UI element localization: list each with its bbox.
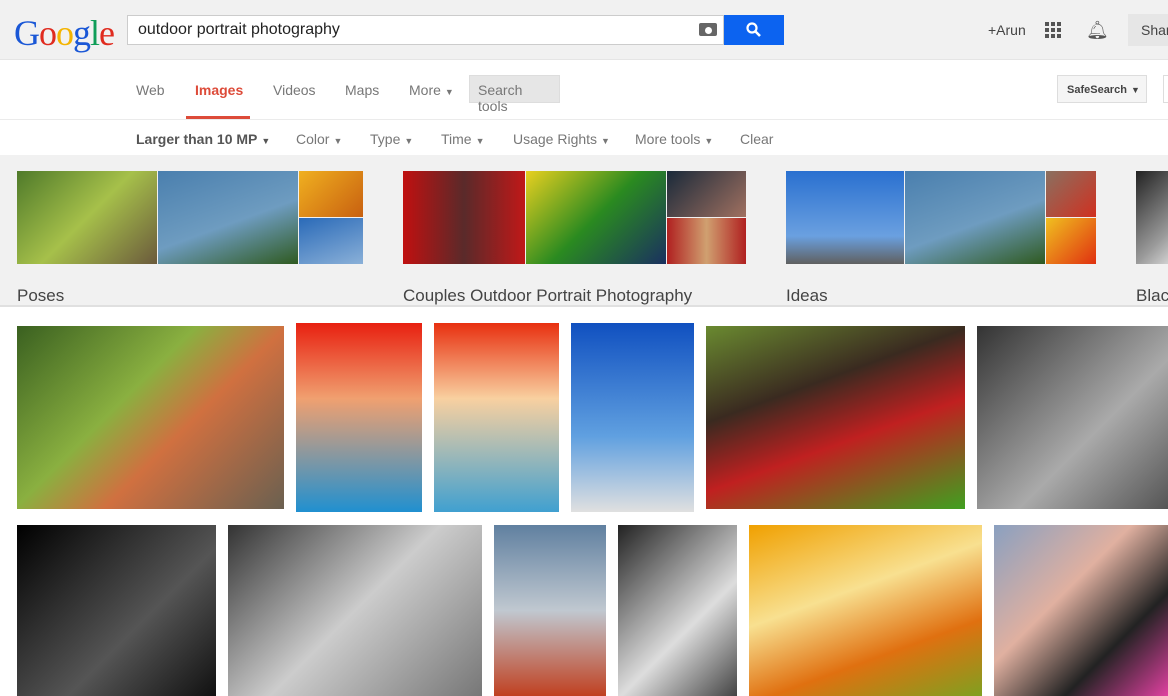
thumbnail xyxy=(667,218,746,264)
search-icon xyxy=(746,22,761,37)
safesearch-button[interactable]: SafeSearch ▼ xyxy=(1057,75,1147,103)
related-label: Ideas xyxy=(786,286,828,305)
tab-images[interactable]: Images xyxy=(195,82,243,98)
related-label: Black xyxy=(1136,286,1168,305)
thumbnail xyxy=(786,171,904,264)
tool-label: Time xyxy=(441,131,472,147)
tool-time[interactable]: Time ▼ xyxy=(441,131,485,147)
image-result[interactable] xyxy=(571,323,694,512)
tool-clear[interactable]: Clear xyxy=(740,131,773,147)
tool-color[interactable]: Color ▼ xyxy=(296,131,342,147)
thumbnail xyxy=(1046,218,1096,264)
caret-down-icon: ▼ xyxy=(333,136,343,146)
thumbnail xyxy=(158,171,298,264)
image-result[interactable] xyxy=(706,326,965,509)
user-link[interactable]: +Arun xyxy=(988,22,1026,38)
thumbnail xyxy=(526,171,666,264)
tool-label: Larger than 10 MP xyxy=(136,131,258,147)
image-result[interactable] xyxy=(994,525,1168,696)
tool-usage-rights[interactable]: Usage Rights ▼ xyxy=(513,131,610,147)
tool-size[interactable]: Larger than 10 MP ▼ xyxy=(136,131,270,147)
image-result[interactable] xyxy=(228,525,482,696)
search-tools-bar: Larger than 10 MP ▼ Color ▼ Type ▼ Time ▼ Us… xyxy=(0,120,1168,155)
top-bar: Google +Arun 🔔︎ Share xyxy=(0,0,1168,60)
apps-grid-icon[interactable] xyxy=(1045,22,1061,38)
search-box xyxy=(127,15,724,45)
image-result[interactable] xyxy=(296,323,422,512)
tool-label: Usage Rights xyxy=(513,131,598,147)
caret-down-icon: ▼ xyxy=(1130,85,1140,95)
settings-button[interactable] xyxy=(1163,75,1168,103)
thumbnail xyxy=(299,218,363,264)
tool-type[interactable]: Type ▼ xyxy=(370,131,413,147)
tab-videos[interactable]: Videos xyxy=(273,82,316,98)
caret-down-icon: ▼ xyxy=(404,136,414,146)
active-tab-underline xyxy=(186,116,250,119)
thumbnail xyxy=(299,171,363,217)
caret-down-icon: ▼ xyxy=(475,136,485,146)
thumbnail xyxy=(17,171,157,264)
safesearch-label: SafeSearch xyxy=(1067,84,1127,96)
google-logo[interactable]: Google xyxy=(14,12,115,54)
tab-more-label: More xyxy=(409,82,441,98)
image-result[interactable] xyxy=(977,326,1168,509)
search-input[interactable] xyxy=(128,16,688,44)
caret-down-icon: ▼ xyxy=(704,136,714,146)
caret-down-icon: ▼ xyxy=(444,87,454,97)
image-result[interactable] xyxy=(618,525,737,696)
related-label: Couples Outdoor Portrait Photography xyxy=(403,286,693,305)
thumbnail xyxy=(1046,171,1096,217)
tab-more[interactable]: More ▼ xyxy=(409,82,454,98)
thumbnail xyxy=(403,171,525,264)
thumbnail xyxy=(905,171,1045,264)
tool-label: Type xyxy=(370,131,401,147)
related-searches: Poses Couples Outdoor Portrait Photograp… xyxy=(0,155,1168,307)
thumbnail xyxy=(1136,171,1168,264)
caret-down-icon: ▼ xyxy=(261,136,271,146)
share-button[interactable]: Share xyxy=(1128,14,1168,46)
image-result[interactable] xyxy=(17,525,216,696)
tool-label: More tools xyxy=(635,131,701,147)
search-button[interactable] xyxy=(724,15,784,45)
tool-label: Color xyxy=(296,131,330,147)
caret-down-icon: ▼ xyxy=(601,136,610,146)
nav-tabs: Web Images Videos Maps More ▼ xyxy=(0,60,1168,120)
search-tools-button[interactable]: Search tools xyxy=(469,75,560,114)
tab-maps[interactable]: Maps xyxy=(345,82,379,98)
image-result[interactable] xyxy=(434,323,559,512)
camera-icon[interactable] xyxy=(699,23,717,36)
tab-web[interactable]: Web xyxy=(136,82,165,98)
thumbnail xyxy=(667,171,746,217)
image-result[interactable] xyxy=(494,525,606,696)
bell-icon[interactable]: 🔔︎ xyxy=(1086,20,1109,41)
image-result[interactable] xyxy=(17,326,284,509)
related-label: Poses xyxy=(17,286,65,305)
tool-more-tools[interactable]: More tools ▼ xyxy=(635,131,713,147)
image-result[interactable] xyxy=(749,525,982,696)
